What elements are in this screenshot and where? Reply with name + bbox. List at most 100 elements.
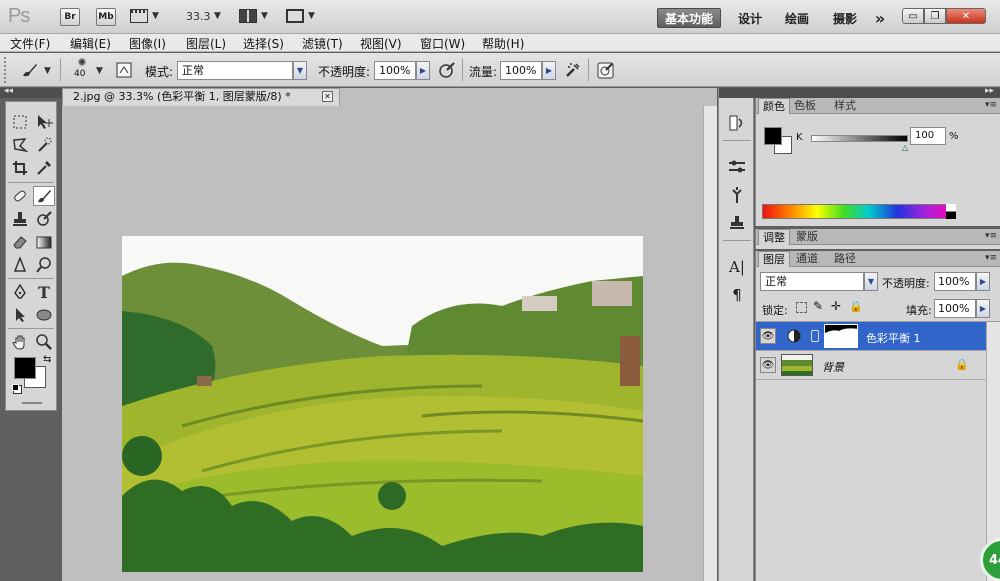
close-document-icon[interactable]: ✕	[322, 91, 333, 102]
tablet-pressure-size-icon[interactable]	[596, 60, 616, 80]
airbrush-icon[interactable]	[563, 60, 583, 80]
slider-thumb-icon[interactable]: △	[902, 143, 908, 152]
document-tab[interactable]: 2.jpg @ 33.3% (色彩平衡 1, 图层蒙版/8) * ✕	[62, 88, 340, 106]
workspace-design[interactable]: 设计	[730, 8, 770, 28]
menu-select[interactable]: 选择(S)	[243, 35, 284, 52]
lasso-tool-icon[interactable]	[9, 135, 31, 155]
brush-tool-icon[interactable]	[33, 186, 55, 206]
workspace-photography[interactable]: 摄影	[825, 8, 865, 28]
blend-mode-select[interactable]: 正常	[177, 61, 293, 80]
tab-adjustments[interactable]: 调整	[758, 229, 790, 245]
tab-paths[interactable]: 路径	[830, 251, 860, 267]
layer-blend-mode-select[interactable]: 正常	[760, 272, 864, 291]
chevron-down-icon[interactable]: ▼	[214, 11, 221, 21]
history-panel-icon[interactable]	[725, 112, 749, 134]
panel-menu-icon[interactable]: ▾≡	[985, 100, 997, 110]
brush-tool-preset-icon[interactable]	[20, 60, 40, 80]
layer-name[interactable]: 背景	[822, 359, 844, 375]
swap-colors-icon[interactable]: ⇆	[43, 354, 51, 365]
options-grip[interactable]	[4, 57, 8, 83]
eyedropper-tool-icon[interactable]	[33, 158, 55, 178]
clone-stamp-tool-icon[interactable]	[9, 209, 31, 229]
crop-tool-icon[interactable]	[9, 158, 31, 178]
move-tool-icon[interactable]	[33, 112, 55, 132]
hand-tool-icon[interactable]	[9, 332, 31, 352]
tools-collapse-bar[interactable]: ◂◂	[0, 86, 62, 98]
tab-swatches[interactable]: 色板	[790, 98, 820, 114]
marquee-tool-icon[interactable]	[9, 112, 31, 132]
chevron-right-icon[interactable]: ▶	[976, 272, 990, 291]
visibility-eye-icon[interactable]: 👁	[760, 328, 776, 344]
opacity-input[interactable]: 100%	[374, 61, 416, 80]
default-colors-icon[interactable]	[12, 384, 19, 391]
chevron-down-icon[interactable]: ▼	[44, 66, 51, 76]
panel-menu-icon[interactable]: ▾≡	[985, 253, 997, 263]
tablet-pressure-opacity-icon[interactable]	[437, 60, 457, 80]
menu-file[interactable]: 文件(F)	[10, 35, 50, 52]
lock-position-icon[interactable]: ✛	[831, 299, 841, 313]
screen-mode-button[interactable]: ▼	[286, 9, 315, 23]
character-panel-icon[interactable]: A|	[725, 256, 749, 278]
menu-window[interactable]: 窗口(W)	[420, 35, 465, 52]
menu-layer[interactable]: 图层(L)	[186, 35, 226, 52]
menu-edit[interactable]: 编辑(E)	[70, 35, 111, 52]
arrange-documents-button[interactable]: ▼	[239, 9, 268, 23]
history-brush-tool-icon[interactable]	[33, 209, 55, 229]
brush-panel-icon[interactable]	[725, 184, 749, 206]
layer-opacity-input[interactable]: 100%	[934, 272, 976, 291]
panel-menu-icon[interactable]: ▾≡	[985, 231, 997, 241]
quick-mask-icon[interactable]	[22, 402, 42, 404]
pen-tool-icon[interactable]	[9, 282, 31, 302]
workspace-painting[interactable]: 绘画	[777, 8, 817, 28]
dock-collapse-bar[interactable]	[719, 88, 755, 98]
layer-mask-thumbnail[interactable]	[824, 324, 858, 348]
chevron-down-icon[interactable]: ▼	[293, 61, 307, 80]
dodge-tool-icon[interactable]	[33, 255, 55, 275]
visibility-eye-icon[interactable]: 👁	[760, 357, 776, 373]
quick-selection-tool-icon[interactable]	[33, 135, 55, 155]
k-slider[interactable]	[811, 135, 908, 142]
restore-button[interactable]: ❐	[924, 8, 946, 24]
gradient-tool-icon[interactable]	[33, 232, 55, 252]
layer-name[interactable]: 色彩平衡 1	[866, 330, 921, 346]
chevron-right-icon[interactable]: ▶	[542, 61, 556, 80]
blur-tool-icon[interactable]	[9, 255, 31, 275]
chevron-right-icon[interactable]: ▶	[976, 299, 990, 318]
lock-all-icon[interactable]: 🔒	[849, 300, 863, 313]
bridge-button[interactable]: Br	[60, 8, 80, 26]
tab-masks[interactable]: 蒙版	[792, 229, 822, 245]
spot-healing-brush-icon[interactable]	[9, 186, 31, 206]
tab-channels[interactable]: 通道	[792, 251, 822, 267]
chevron-right-icon[interactable]: ▶	[416, 61, 430, 80]
eraser-tool-icon[interactable]	[9, 232, 31, 252]
canvas-image[interactable]	[122, 236, 643, 572]
minimize-button[interactable]: ▭	[902, 8, 924, 24]
more-workspaces-button[interactable]: »	[868, 8, 892, 28]
lock-pixels-icon[interactable]: ✎	[813, 299, 823, 313]
brush-size[interactable]: 40	[74, 69, 85, 79]
view-extras-button[interactable]: ▼	[130, 9, 159, 23]
brush-presets-panel-icon[interactable]	[725, 156, 749, 178]
zoom-tool-icon[interactable]	[33, 332, 55, 352]
mini-bridge-button[interactable]: Mb	[96, 8, 116, 26]
panels-collapse-bar[interactable]: ▸▸	[755, 86, 1000, 98]
color-spectrum-bar[interactable]	[762, 204, 956, 219]
menu-help[interactable]: 帮助(H)	[482, 35, 524, 52]
workspace-essentials[interactable]: 基本功能	[657, 8, 721, 28]
zoom-level[interactable]: 33.3	[186, 10, 211, 23]
foreground-color-swatch[interactable]	[764, 127, 782, 145]
clone-source-panel-icon[interactable]	[725, 212, 749, 234]
close-window-button[interactable]: ✕	[946, 8, 986, 24]
menu-image[interactable]: 图像(I)	[129, 35, 166, 52]
menu-filter[interactable]: 滤镜(T)	[302, 35, 343, 52]
vertical-scrollbar[interactable]	[703, 106, 717, 581]
lock-transparent-icon[interactable]	[796, 302, 807, 313]
black-white-swatch[interactable]	[946, 204, 956, 219]
k-value-input[interactable]: 100	[910, 127, 946, 145]
flow-input[interactable]: 100%	[500, 61, 542, 80]
tab-styles[interactable]: 样式	[830, 98, 860, 114]
path-selection-tool-icon[interactable]	[9, 305, 31, 325]
tab-color[interactable]: 颜色	[758, 98, 790, 114]
ellipse-tool-icon[interactable]	[33, 305, 55, 325]
type-tool-icon[interactable]: T	[33, 282, 55, 302]
